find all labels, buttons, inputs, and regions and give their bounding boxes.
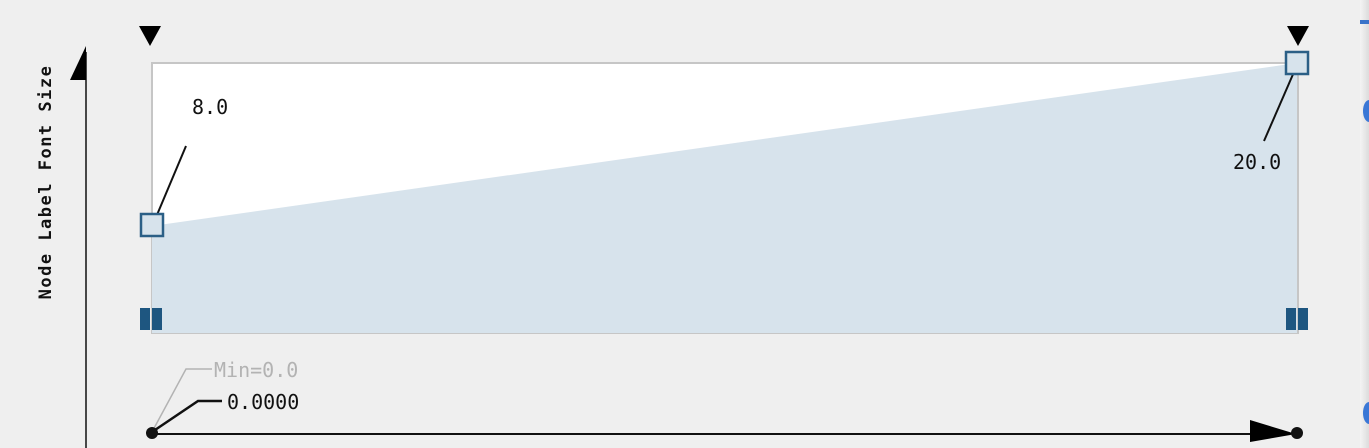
- left-handle-value-label: 8.0: [192, 95, 229, 119]
- x-axis-start-point: [146, 427, 158, 439]
- right-edge-control-icon[interactable]: [1363, 100, 1369, 122]
- right-threshold-marker-icon[interactable]: [1287, 26, 1309, 46]
- right-value-handle[interactable]: [1284, 50, 1310, 76]
- range-min-label: Min=0.0: [214, 358, 299, 382]
- x-axis-arrow-icon: [1250, 420, 1296, 442]
- right-handle-value-label: 20.0: [1233, 150, 1282, 174]
- y-axis-arrow-icon: [70, 46, 86, 80]
- x-axis-end-point: [1291, 427, 1303, 439]
- left-value-handle[interactable]: [139, 212, 165, 238]
- right-window-edge: [1360, 0, 1369, 448]
- current-value-readout: 0.0000: [227, 390, 300, 414]
- current-value-leader-line: [151, 399, 222, 434]
- mapping-graph: [70, 26, 1310, 448]
- left-threshold-marker-icon[interactable]: [139, 26, 161, 46]
- continuous-mapping-editor: Node Label Font Size 8.0 20.0 Min=0.0 0.…: [0, 0, 1369, 448]
- right-edge-control-icon[interactable]: [1363, 402, 1369, 424]
- right-edge-accent: [1360, 20, 1369, 24]
